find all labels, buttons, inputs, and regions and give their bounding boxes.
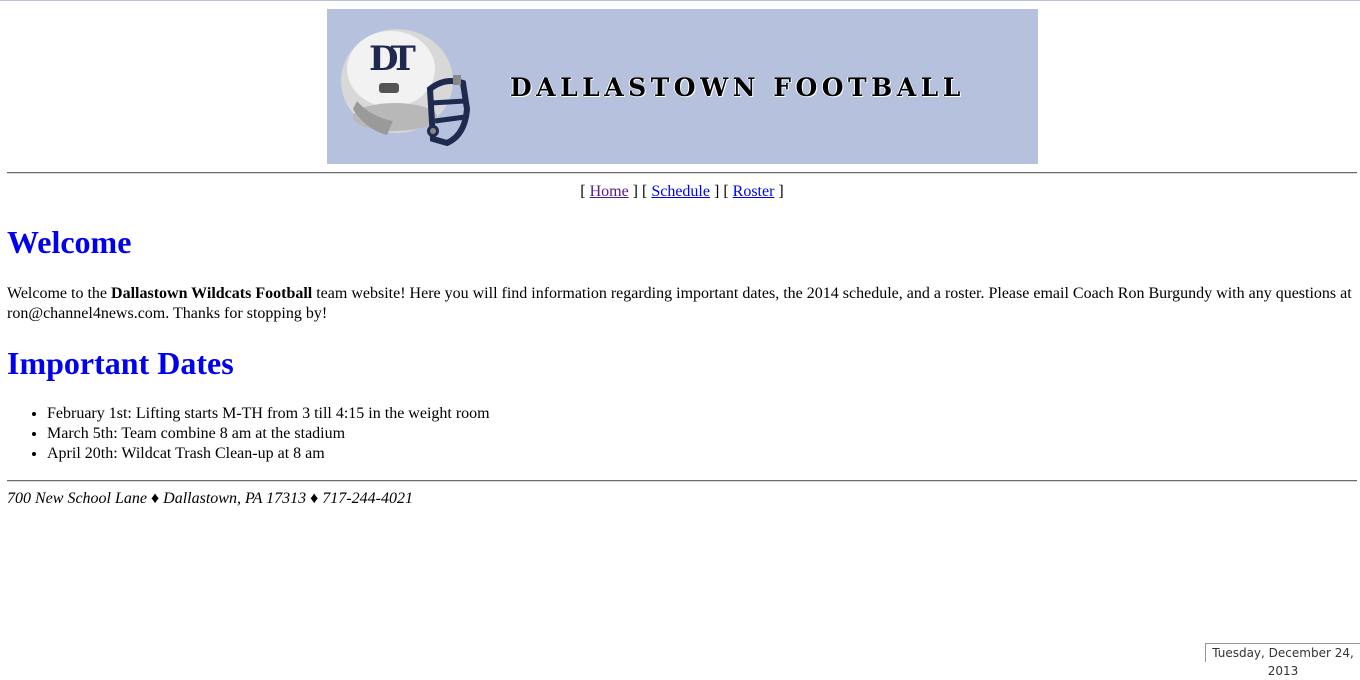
site-nav: [ Home ] [ Schedule ] [ Roster ] <box>7 183 1357 201</box>
list-item: April 20th: Wildcat Trash Clean-up at 8 … <box>47 444 490 464</box>
header-divider <box>7 172 1357 174</box>
banner-title: DALLASTOWN FOOTBALL <box>510 73 965 102</box>
team-logo-text: DT <box>369 39 408 79</box>
site-banner: DT DALLASTOWN FOOTBALL <box>327 9 1038 164</box>
nav-bracket: [ <box>642 183 647 200</box>
status-date: Tuesday, December 24, 2013 <box>1205 643 1360 662</box>
footer-address: 700 New School Lane ♦ Dallastown, PA 173… <box>7 490 413 508</box>
nav-link-roster[interactable]: Roster <box>733 183 775 200</box>
nav-bracket: ] <box>633 183 638 200</box>
important-dates-heading: Important Dates <box>7 345 234 382</box>
team-name: Dallastown Wildcats Football <box>111 285 312 302</box>
important-dates-list: February 1st: Lifting starts M-TH from 3… <box>7 404 490 464</box>
window-top-border <box>0 0 1360 1</box>
nav-bracket: [ <box>723 183 728 200</box>
nav-link-schedule[interactable]: Schedule <box>651 183 710 200</box>
nav-bracket: ] <box>778 183 783 200</box>
nav-link-home[interactable]: Home <box>590 183 629 200</box>
welcome-intro: Welcome to the <box>7 285 111 302</box>
football-helmet-icon <box>335 17 485 157</box>
list-item: March 5th: Team combine 8 am at the stad… <box>47 424 490 444</box>
welcome-heading: Welcome <box>7 224 131 261</box>
list-item: February 1st: Lifting starts M-TH from 3… <box>47 404 490 424</box>
nav-bracket: ] <box>714 183 719 200</box>
nav-bracket: [ <box>580 183 585 200</box>
footer-divider <box>7 480 1357 482</box>
welcome-paragraph: Welcome to the Dallastown Wildcats Footb… <box>7 284 1359 324</box>
